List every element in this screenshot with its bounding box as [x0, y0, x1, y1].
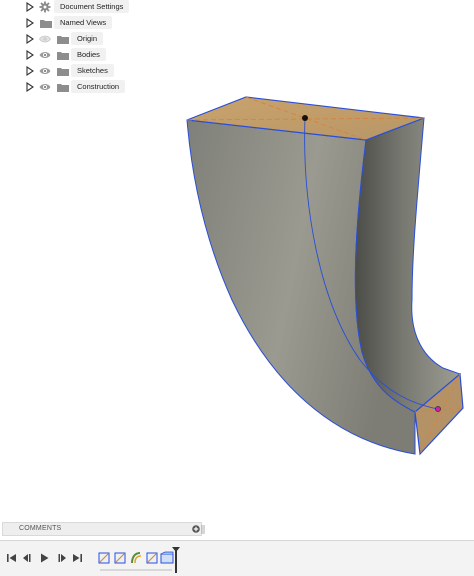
folder-icon	[57, 52, 69, 60]
step-back-icon[interactable]	[22, 552, 34, 564]
skip-to-start-icon[interactable]	[6, 552, 18, 564]
panel-resize-handle[interactable]	[201, 524, 205, 535]
expand-arrow-icon[interactable]	[26, 50, 34, 60]
expand-arrow-icon[interactable]	[26, 82, 34, 92]
browser-item-construction[interactable]: Construction	[0, 80, 140, 94]
eye-icon[interactable]	[39, 82, 51, 92]
folder-icon	[57, 84, 69, 92]
comments-panel[interactable]: COMMENTS	[2, 522, 205, 536]
loft-icon[interactable]	[129, 551, 143, 565]
timeline-marker[interactable]	[172, 547, 180, 573]
browser-item-sketches[interactable]: Sketches	[0, 64, 140, 78]
step-forward-icon[interactable]	[55, 552, 67, 564]
browser-item-label: Bodies	[71, 48, 106, 61]
3d-viewport[interactable]	[0, 0, 474, 520]
eye-icon[interactable]	[39, 50, 51, 60]
sketch-icon[interactable]	[145, 551, 159, 565]
eye-icon[interactable]	[39, 66, 51, 76]
folder-icon	[57, 68, 69, 76]
browser-item-origin[interactable]: Origin	[0, 32, 140, 46]
browser-item-document-settings[interactable]: Document Settings	[0, 0, 140, 14]
folder-icon	[57, 36, 69, 44]
side-face	[354, 117, 461, 413]
loft-body-model[interactable]	[0, 0, 474, 520]
play-icon[interactable]	[38, 552, 50, 564]
end-center-point	[435, 406, 441, 412]
sketch-icon[interactable]	[97, 551, 111, 565]
timeline-bar	[0, 540, 474, 576]
top-center-point	[302, 115, 308, 121]
sketch-icon[interactable]	[113, 551, 127, 565]
expand-arrow-icon[interactable]	[26, 66, 34, 76]
browser-item-label: Origin	[71, 32, 104, 45]
gear-icon	[39, 1, 51, 13]
expand-arrow-icon[interactable]	[26, 2, 34, 12]
comments-label: COMMENTS	[19, 525, 62, 532]
eye-hidden-icon[interactable]	[39, 34, 51, 44]
browser-item-label: Sketches	[71, 64, 114, 77]
add-comment-icon[interactable]	[192, 525, 200, 533]
browser-item-label: Named Views	[54, 16, 113, 29]
timeline-track	[100, 569, 172, 571]
folder-icon	[40, 20, 52, 28]
browser-item-bodies[interactable]: Bodies	[0, 48, 140, 62]
browser-item-label: Construction	[71, 80, 126, 93]
browser-item-named-views[interactable]: Named Views	[0, 16, 140, 30]
expand-arrow-icon[interactable]	[26, 34, 34, 44]
browser-item-label: Document Settings	[54, 0, 130, 13]
skip-to-end-icon[interactable]	[71, 552, 83, 564]
expand-arrow-icon[interactable]	[26, 18, 34, 28]
